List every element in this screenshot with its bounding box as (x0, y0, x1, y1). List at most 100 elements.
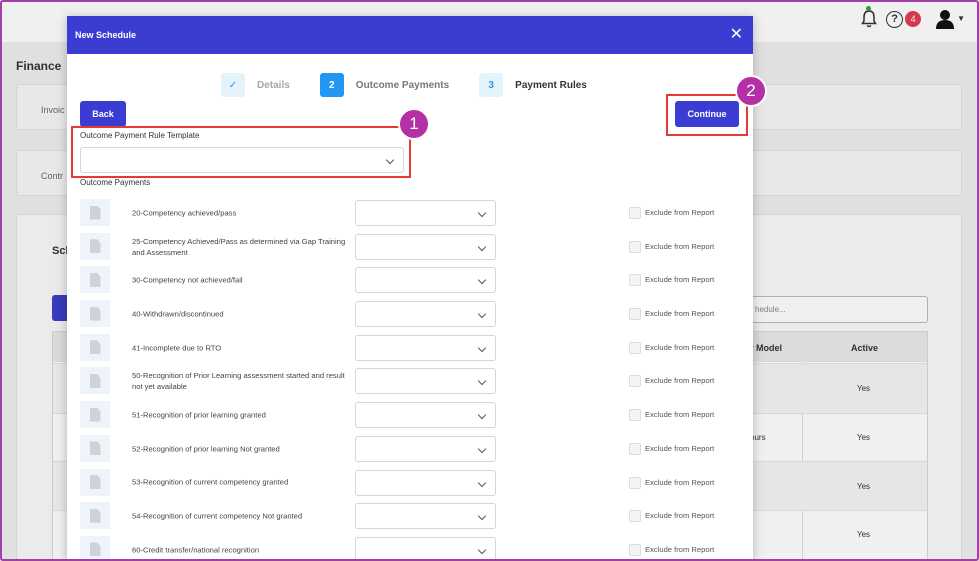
file-icon (80, 434, 110, 462)
outcome-rule-select[interactable] (355, 233, 496, 260)
chevron-down-icon (477, 242, 487, 251)
exclude-label: Exclude from Report (645, 275, 715, 285)
step-label: Details (257, 79, 290, 91)
outcome-payment-row: 50-Recognition of Prior Learning assessm… (80, 364, 740, 398)
outcome-payment-row: 54-Recognition of current competency Not… (80, 499, 740, 533)
new-schedule-modal: New Schedule ✕ ✓ Details 2 Outcome Payme… (67, 16, 753, 561)
outcome-rule-select[interactable] (355, 536, 496, 561)
document-icon (89, 373, 101, 388)
file-icon (80, 367, 110, 395)
document-icon (89, 306, 101, 321)
chevron-down-icon (477, 444, 487, 454)
outcome-payments-label: Outcome Payments (80, 178, 151, 187)
exclude-label: Exclude from Report (645, 241, 715, 251)
exclude-checkbox[interactable] (629, 207, 641, 219)
exclude-checkbox[interactable] (629, 409, 641, 422)
file-icon (80, 535, 110, 561)
exclude-label: Exclude from Report (645, 376, 715, 386)
outcome-payment-row: 20-Competency achieved/pass Exclude from … (80, 196, 740, 230)
exclude-checkbox[interactable] (629, 274, 641, 287)
step-number: 3 (479, 73, 504, 97)
exclude-label: Exclude from Report (645, 443, 715, 453)
document-icon (89, 272, 101, 287)
outcome-label: 41-Incomplete due to RTO (132, 343, 222, 353)
exclude-checkbox[interactable] (629, 341, 641, 354)
step-check-icon: ✓ (221, 73, 245, 97)
outcome-rule-select[interactable] (355, 267, 496, 294)
chevron-down-icon (385, 155, 395, 165)
outcome-rule-select[interactable] (355, 435, 496, 462)
outcome-rule-select[interactable] (355, 402, 496, 429)
outcome-rule-select[interactable] (355, 301, 496, 328)
outcome-payment-row: 53-Recognition of current competency gra… (80, 466, 740, 500)
document-icon (89, 508, 101, 523)
close-icon[interactable]: ✕ (730, 27, 743, 43)
callout-badge-2: 2 (735, 75, 767, 107)
outcome-rule-select[interactable] (355, 368, 496, 395)
exclude-checkbox[interactable] (629, 442, 641, 455)
outcome-payment-row: 60-Credit transfer/national recognition E… (80, 533, 740, 561)
outcome-label: 25-Competency Achieved/Pass as determine… (132, 236, 346, 257)
outcome-label: 52-Recognition of prior learning Not gra… (132, 444, 280, 454)
document-icon (89, 340, 101, 355)
exclude-checkbox[interactable] (629, 543, 641, 556)
outcome-label: 60-Credit transfer/national recognition (132, 545, 260, 555)
outcome-label: 50-Recognition of Prior Learning assessm… (132, 371, 345, 392)
outcome-payment-row: 25-Competency Achieved/Pass as determine… (80, 230, 740, 264)
chevron-down-icon (477, 343, 487, 352)
modal-header: New Schedule ✕ (67, 16, 753, 54)
exclude-checkbox[interactable] (629, 476, 641, 489)
callout-badge-1: 1 (398, 108, 430, 140)
exclude-label: Exclude from Report (645, 208, 715, 217)
chevron-down-icon (477, 276, 487, 285)
template-select[interactable] (80, 147, 404, 173)
exclude-label: Exclude from Report (645, 511, 715, 521)
exclude-checkbox[interactable] (629, 510, 641, 523)
exclude-checkbox[interactable] (629, 308, 641, 321)
outcome-label: 53-Recognition of current competency gra… (132, 477, 289, 487)
outcome-payment-row: 40-Withdrawn/discontinued Exclude from Re… (80, 297, 740, 331)
step-label: Outcome Payments (355, 79, 450, 91)
file-icon (80, 502, 110, 530)
file-icon (80, 300, 110, 328)
outcome-label: 54-Recognition of current competency Not… (132, 511, 303, 521)
outcome-rule-select[interactable] (355, 334, 496, 361)
file-icon (80, 199, 110, 226)
step-details[interactable]: ✓ Details (221, 73, 290, 97)
exclude-checkbox[interactable] (629, 240, 641, 253)
chevron-down-icon (477, 478, 487, 487)
continue-button[interactable]: Continue (675, 101, 739, 127)
step-payment-rules[interactable]: 3 Payment Rules (479, 73, 587, 97)
outcome-payment-row: 41-Incomplete due to RTO Exclude from Rep… (80, 331, 740, 365)
chevron-down-icon (477, 410, 487, 420)
step-outcome-payments[interactable]: 2 Outcome Payments (319, 73, 450, 97)
outcome-payment-row: 52-Recognition of prior learning Not gra… (80, 432, 740, 466)
file-icon (80, 266, 110, 294)
file-icon (80, 232, 110, 260)
outcome-label: 20-Competency achieved/pass (132, 208, 237, 218)
step-label: Payment Rules (515, 79, 587, 91)
step-number: 2 (319, 73, 344, 97)
outcome-payment-row: 51-Recognition of prior learning granted… (80, 398, 740, 432)
exclude-label: Exclude from Report (645, 477, 715, 487)
exclude-checkbox[interactable] (629, 375, 641, 388)
back-button[interactable]: Back (80, 101, 126, 127)
outcome-label: 51-Recognition of prior learning granted (132, 410, 266, 420)
document-icon (89, 205, 101, 220)
outcome-rule-select[interactable] (355, 469, 496, 496)
chevron-down-icon (477, 511, 487, 521)
stepper: ✓ Details 2 Outcome Payments 3 Payment R… (221, 73, 617, 97)
chevron-down-icon (477, 309, 487, 319)
file-icon (80, 333, 110, 361)
outcome-rule-select[interactable] (355, 503, 496, 530)
chevron-down-icon (477, 545, 487, 555)
exclude-label: Exclude from Report (645, 410, 715, 420)
chevron-down-icon (477, 208, 487, 218)
chevron-down-icon (477, 377, 487, 386)
outcome-label: 30-Competency not achieved/fail (132, 275, 243, 285)
outcome-rule-select[interactable] (355, 200, 496, 226)
document-icon (89, 475, 101, 489)
outcome-payments-list: 20-Competency achieved/pass Exclude from … (80, 196, 740, 561)
document-icon (89, 441, 101, 456)
document-icon (89, 542, 101, 557)
